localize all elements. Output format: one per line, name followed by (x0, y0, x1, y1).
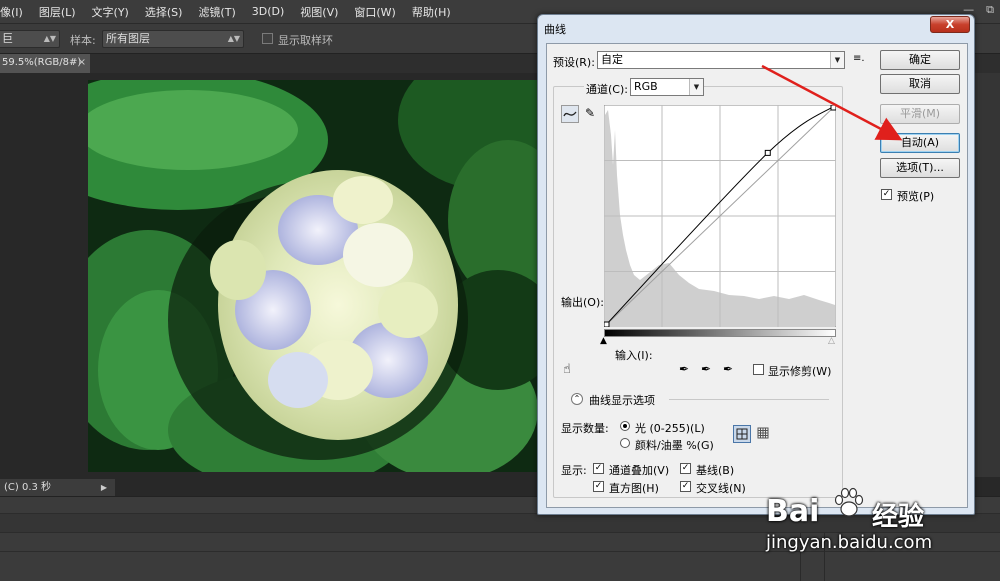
watermark-url: jingyan.baidu.com (766, 532, 933, 553)
watermark-brand-latin: Bai (766, 494, 820, 529)
watermark-brand-cn: 经验 (872, 502, 925, 532)
baidu-watermark: Bai 经验 jingyan.baidu.com (760, 480, 970, 560)
paw-icon (834, 487, 864, 517)
